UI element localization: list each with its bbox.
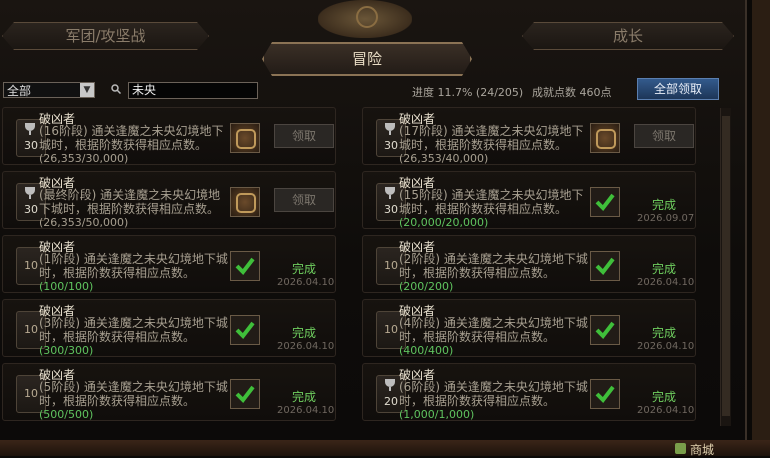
- trophy-icon: [385, 187, 395, 195]
- achievement-description: (最终阶段) 通关逢魔之未央幻境地下城时，根据阶数获得相应点数。: [39, 188, 221, 216]
- completed-label: 完成: [652, 390, 677, 404]
- shop-button[interactable]: 商城: [690, 441, 714, 458]
- completion-date: 2026.04.10: [277, 277, 335, 288]
- checkmark-icon: [230, 379, 260, 409]
- side-panel: [752, 0, 770, 456]
- completed-label: 完成: [292, 326, 317, 340]
- checkmark-icon: [590, 379, 620, 409]
- achievement-card: 30 破凶者 (15阶段) 通关逢魔之未央幻境地下城时，根据阶数获得相应点数。 (20…: [362, 171, 696, 229]
- achievement-card: 30 破凶者 (16阶段) 通关逢魔之未央幻境地下城时，根据阶数获得相应点数。 (26…: [2, 107, 336, 165]
- achievement-description: (1阶段) 通关逢魔之未央幻境地下城时，根据阶数获得相应点数。: [39, 252, 228, 280]
- checkmark-icon: [230, 315, 260, 345]
- achievement-description: (16阶段) 通关逢魔之未央幻境地下城时，根据阶数获得相应点数。: [39, 124, 224, 152]
- achievement-window: 军团/攻坚战 成长 冒险 全部 ▼ 未央 进度 11.7% (24/205) 成…: [0, 0, 747, 440]
- completed-label: 完成: [292, 262, 317, 276]
- trophy-icon: [25, 187, 35, 195]
- achievement-progress: (400/400): [399, 344, 454, 357]
- achievement-progress: (200/200): [399, 280, 454, 293]
- achievement-progress: (300/300): [39, 344, 94, 357]
- reward-icon[interactable]: [590, 123, 620, 153]
- achievement-card: 10 破凶者 (5阶段) 通关逢魔之未央幻境地下城时，根据阶数获得相应点数。 (500…: [2, 363, 336, 421]
- achievement-card: 10 破凶者 (4阶段) 通关逢魔之未央幻境地下城时，根据阶数获得相应点数。 (400…: [362, 299, 696, 357]
- achievement-progress: (100/100): [39, 280, 94, 293]
- trophy-icon: [25, 123, 35, 131]
- completed-label: 完成: [652, 198, 677, 212]
- achievement-progress: (26,353/50,000): [39, 216, 129, 229]
- chevron-down-icon[interactable]: ▼: [80, 83, 94, 97]
- achievement-progress: (26,353/40,000): [399, 152, 489, 165]
- checkmark-icon: [590, 315, 620, 345]
- scrollbar[interactable]: [720, 108, 731, 426]
- achievement-progress: (1,000/1,000): [399, 408, 475, 421]
- completed-label: 完成: [292, 390, 317, 404]
- checkmark-icon: [590, 187, 620, 217]
- achievement-description: (4阶段) 通关逢魔之未央幻境地下城时，根据阶数获得相应点数。: [399, 316, 588, 344]
- completion-date: 2026.04.10: [637, 341, 695, 352]
- achievement-points: 成就点数 460点: [532, 86, 612, 99]
- checkmark-icon: [230, 251, 260, 281]
- completion-date: 2026.04.10: [637, 405, 695, 416]
- completion-date: 2026.09.07: [637, 213, 695, 224]
- taskbar: [0, 440, 770, 456]
- achievement-description: (15阶段) 通关逢魔之未央幻境地下城时，根据阶数获得相应点数。: [399, 188, 584, 216]
- achievement-card: 30 破凶者 (17阶段) 通关逢魔之未央幻境地下城时，根据阶数获得相应点数。 (26…: [362, 107, 696, 165]
- tab-growth[interactable]: 成长: [522, 22, 734, 50]
- completed-label: 完成: [652, 326, 677, 340]
- claim-all-button[interactable]: 全部领取: [637, 78, 719, 100]
- achievement-progress: (26,353/30,000): [39, 152, 129, 165]
- achievement-card: 10 破凶者 (3阶段) 通关逢魔之未央幻境地下城时，根据阶数获得相应点数。 (300…: [2, 299, 336, 357]
- reward-icon[interactable]: [230, 187, 260, 217]
- achievement-description: (2阶段) 通关逢魔之未央幻境地下城时，根据阶数获得相应点数。: [399, 252, 588, 280]
- achievement-card: 10 破凶者 (1阶段) 通关逢魔之未央幻境地下城时，根据阶数获得相应点数。 (100…: [2, 235, 336, 293]
- shop-icon: [675, 443, 686, 454]
- achievement-progress: (20,000/20,000): [399, 216, 489, 229]
- achievement-description: (5阶段) 通关逢魔之未央幻境地下城时，根据阶数获得相应点数。: [39, 380, 228, 408]
- checkmark-icon: [590, 251, 620, 281]
- scroll-emblem-icon: [318, 0, 412, 38]
- search-input[interactable]: 未央: [128, 82, 258, 99]
- tab-legion-siege[interactable]: 军团/攻坚战: [2, 22, 209, 50]
- search-icon: [111, 84, 121, 94]
- achievement-card: 20 破凶者 (6阶段) 通关逢魔之未央幻境地下城时，根据阶数获得相应点数。 (1,0…: [362, 363, 696, 421]
- reward-icon[interactable]: [230, 123, 260, 153]
- achievement-description: (3阶段) 通关逢魔之未央幻境地下城时，根据阶数获得相应点数。: [39, 316, 228, 344]
- achievement-description: (6阶段) 通关逢魔之未央幻境地下城时，根据阶数获得相应点数。: [399, 380, 588, 408]
- achievement-description: (17阶段) 通关逢魔之未央幻境地下城时，根据阶数获得相应点数。: [399, 124, 584, 152]
- category-filter-select[interactable]: 全部 ▼: [3, 82, 95, 98]
- scrollbar-thumb[interactable]: [722, 116, 730, 416]
- achievement-progress: (500/500): [39, 408, 94, 421]
- trophy-icon: [385, 379, 395, 387]
- trophy-icon: [385, 123, 395, 131]
- completion-date: 2026.04.10: [277, 341, 335, 352]
- completion-date: 2026.04.10: [277, 405, 335, 416]
- filter-value: 全部: [7, 84, 32, 98]
- completion-date: 2026.04.10: [637, 277, 695, 288]
- tab-adventure[interactable]: 冒险: [262, 42, 472, 76]
- progress-text: 进度 11.7% (24/205): [412, 86, 524, 99]
- achievement-card: 30 破凶者 (最终阶段) 通关逢魔之未央幻境地下城时，根据阶数获得相应点数。 (26…: [2, 171, 336, 229]
- claim-button[interactable]: 领取: [634, 124, 694, 148]
- achievement-card: 10 破凶者 (2阶段) 通关逢魔之未央幻境地下城时，根据阶数获得相应点数。 (200…: [362, 235, 696, 293]
- claim-button[interactable]: 领取: [274, 188, 334, 212]
- completed-label: 完成: [652, 262, 677, 276]
- claim-button[interactable]: 领取: [274, 124, 334, 148]
